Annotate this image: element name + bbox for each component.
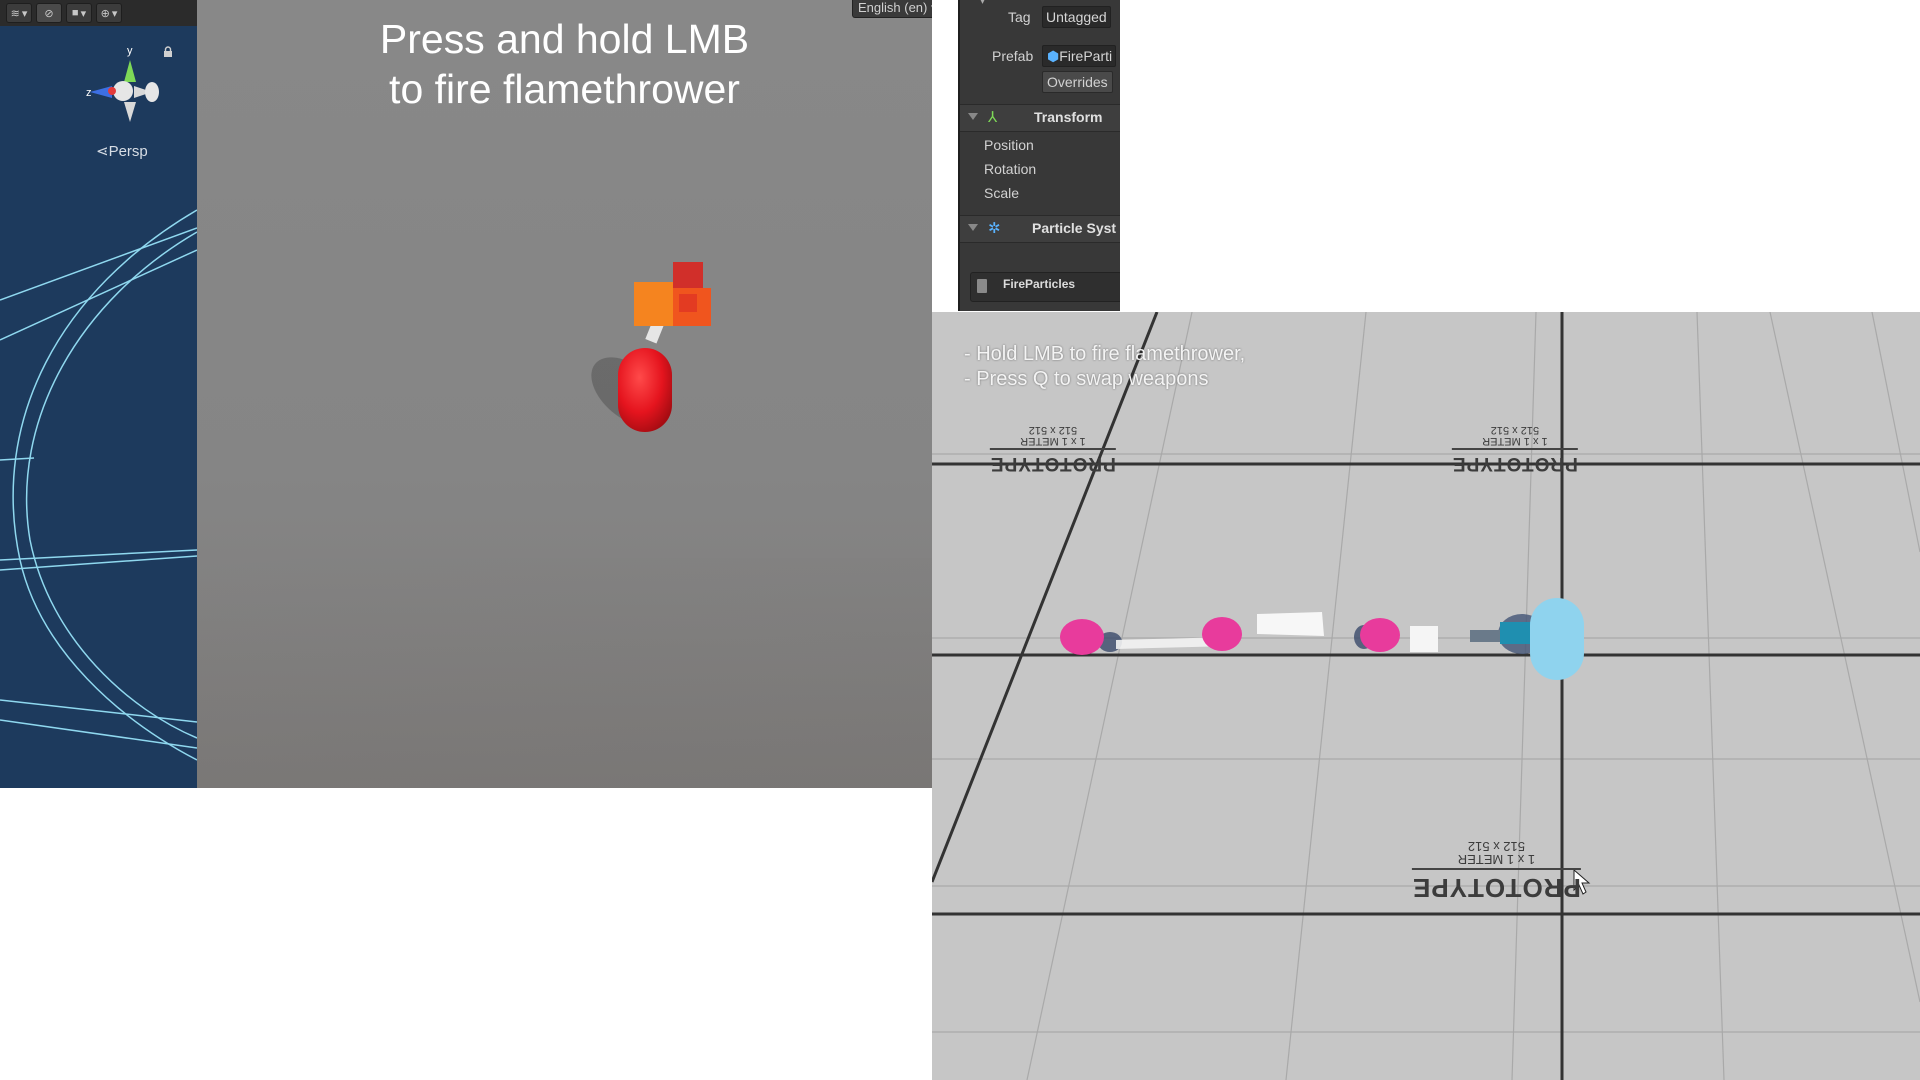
game-scene-objects — [591, 262, 711, 432]
flame-particle — [634, 282, 674, 326]
prototype-size: 512 x 512 — [1028, 424, 1078, 436]
prototype-tile-label: PROTOTYPE 1 x 1 METER 512 x 512 — [1452, 424, 1578, 474]
position-label[interactable]: Position — [984, 137, 1034, 153]
prototype-size: 512 x 512 — [1490, 424, 1540, 436]
gizmo-icon: ⊕ — [100, 7, 110, 20]
prototype-word: PROTOTYPE — [1452, 453, 1578, 474]
inspector-panel: ▾ Tag Untagged Prefab ⬢FireParti Overrid… — [958, 0, 1120, 311]
prototype-tile-label: PROTOTYPE 1 x 1 METER 512 x 512 — [990, 424, 1116, 474]
persp-label-text: Persp — [108, 143, 148, 160]
prototype-divider — [1412, 868, 1581, 870]
game-screenshot[interactable]: - Hold LMB to fire flamethrower, - Press… — [932, 312, 1920, 1080]
prototype-meter: 1 x 1 METER — [1482, 435, 1548, 447]
layers-icon: ≋ — [10, 7, 20, 20]
fold-arrow-icon — [968, 113, 978, 120]
prototype-word: PROTOTYPE — [1412, 873, 1581, 903]
lock-icon[interactable] — [162, 46, 174, 58]
prefab-icon: ⬢ — [1047, 48, 1060, 64]
flame-particle — [673, 262, 703, 288]
transform-header[interactable]: ⅄ Transform — [960, 104, 1120, 132]
particle-asset-icon — [977, 279, 987, 293]
unity-scene-screenshot: ≋ ▾ ⊘ ■ ▾ ⊕ ▾ y z ⋖Persp Press and hold … — [0, 0, 932, 788]
prototype-size: 512 x 512 — [1467, 839, 1525, 854]
persp-toggle[interactable]: ⋖Persp — [96, 142, 148, 160]
particle-system-header[interactable]: ✲ Particle Syst — [960, 215, 1120, 243]
prototype-tile-label: PROTOTYPE 1 x 1 METER 512 x 512 — [1412, 839, 1581, 903]
prototype-divider — [1452, 448, 1578, 450]
camera-icon: ■ — [71, 7, 79, 19]
game-hint-text: - Hold LMB to fire flamethrower, - Press… — [964, 342, 1245, 392]
transform-title: Transform — [1034, 109, 1103, 125]
fire-particles-field[interactable]: FireParticles — [970, 272, 1120, 302]
visibility-toggle[interactable]: ⊘ — [36, 3, 62, 23]
prefab-value: FireParti — [1059, 48, 1113, 64]
tag-label: Tag — [1008, 9, 1031, 25]
particle-system-title: Particle Syst — [1032, 220, 1117, 236]
axis-y-label: y — [127, 45, 133, 57]
player-capsule — [618, 348, 672, 432]
tag-dropdown[interactable]: Untagged — [1042, 6, 1111, 28]
transform-icon: ⅄ — [988, 109, 998, 126]
prefab-label: Prefab — [992, 48, 1034, 64]
prototype-word: PROTOTYPE — [990, 453, 1116, 474]
scene-view-panel[interactable]: ≋ ▾ ⊘ ■ ▾ ⊕ ▾ y z ⋖Persp — [0, 0, 197, 788]
language-dropdown[interactable]: English (en) ▾ — [852, 0, 932, 18]
axis-z-label: z — [86, 87, 92, 99]
prototype-meter: 1 x 1 METER — [1020, 435, 1086, 447]
game-view-panel[interactable]: Press and hold LMB to fire flamethrower … — [197, 0, 932, 788]
chevron-down-icon: ▾ — [931, 0, 932, 15]
visibility-icon: ⊘ — [44, 7, 54, 20]
collapse-chevron-icon[interactable]: ▾ — [980, 0, 985, 7]
prefab-field[interactable]: ⬢FireParti — [1042, 45, 1117, 67]
orientation-gizmo-icon[interactable]: y z — [82, 40, 168, 130]
prototype-meter: 1 x 1 METER — [1457, 852, 1536, 867]
chevron-down-icon: ▾ — [80, 7, 87, 20]
prototype-divider — [990, 448, 1116, 450]
scale-label[interactable]: Scale — [984, 185, 1019, 201]
camera-dropdown[interactable]: ■ ▾ — [66, 3, 92, 23]
fold-arrow-icon — [968, 224, 978, 231]
fire-particles-label: FireParticles — [1003, 277, 1076, 291]
persp-arrow-icon: ⋖ — [96, 143, 109, 160]
layers-dropdown[interactable]: ≋ ▾ — [6, 3, 32, 23]
hint-line-2: - Press Q to swap weapons — [964, 368, 1209, 390]
gameplay-objects — [1060, 598, 1584, 680]
chevron-down-icon: ▾ — [111, 7, 118, 20]
rotation-label[interactable]: Rotation — [984, 161, 1036, 177]
flame-particle — [679, 294, 697, 312]
chevron-down-icon: ▾ — [21, 7, 28, 20]
overrides-button[interactable]: Overrides — [1042, 71, 1113, 93]
gizmos-dropdown[interactable]: ⊕ ▾ — [96, 3, 122, 23]
language-label: English (en) — [858, 0, 928, 15]
particle-system-icon: ✲ — [988, 220, 1001, 237]
hint-line-1: - Hold LMB to fire flamethrower, — [964, 343, 1246, 365]
scene-toolbar: ≋ ▾ ⊘ ■ ▾ ⊕ ▾ — [0, 0, 197, 26]
